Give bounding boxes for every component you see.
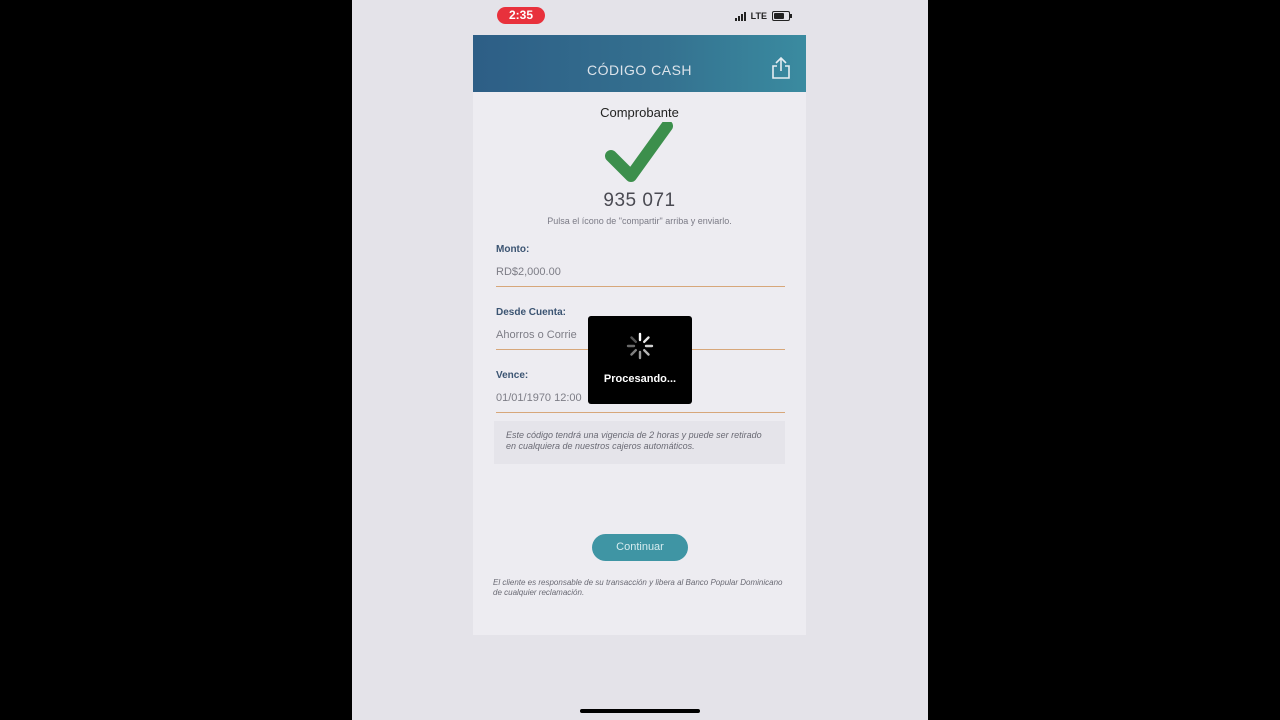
home-indicator[interactable]: [580, 709, 700, 713]
check-icon: [604, 122, 673, 182]
status-time: 2:35: [497, 7, 545, 24]
status-icons: LTE: [734, 11, 792, 21]
app-header: CÓDIGO CASH: [473, 35, 806, 92]
validity-notice: Este código tendrá una vigencia de 2 hor…: [494, 421, 785, 464]
signal-icon: [734, 11, 746, 21]
battery-icon: [772, 11, 792, 21]
processing-overlay: Procesando...: [588, 316, 692, 404]
processing-label: Procesando...: [603, 373, 677, 385]
network-label: LTE: [750, 11, 767, 21]
share-hint: Pulsa el ícono de "compartir" arriba y e…: [547, 216, 732, 226]
account-label: Desde Cuenta:: [496, 307, 567, 318]
amount-field: Monto: RD$2,000.00: [496, 226, 785, 287]
spinner-icon: [626, 332, 654, 360]
continue-button[interactable]: Continuar: [592, 534, 688, 561]
share-icon[interactable]: [770, 56, 792, 80]
phone-screen: 2:35 LTE CÓDIGO CASH Comprobante 935 071…: [352, 0, 928, 720]
amount-label: Monto:: [496, 244, 530, 255]
cash-code: 935 071: [603, 190, 676, 211]
page-title: CÓDIGO CASH: [586, 62, 693, 78]
amount-value: RD$2,000.00: [496, 266, 561, 278]
disclaimer-text: El cliente es responsable de su transacc…: [493, 578, 783, 597]
receipt-title: Comprobante: [600, 105, 679, 120]
